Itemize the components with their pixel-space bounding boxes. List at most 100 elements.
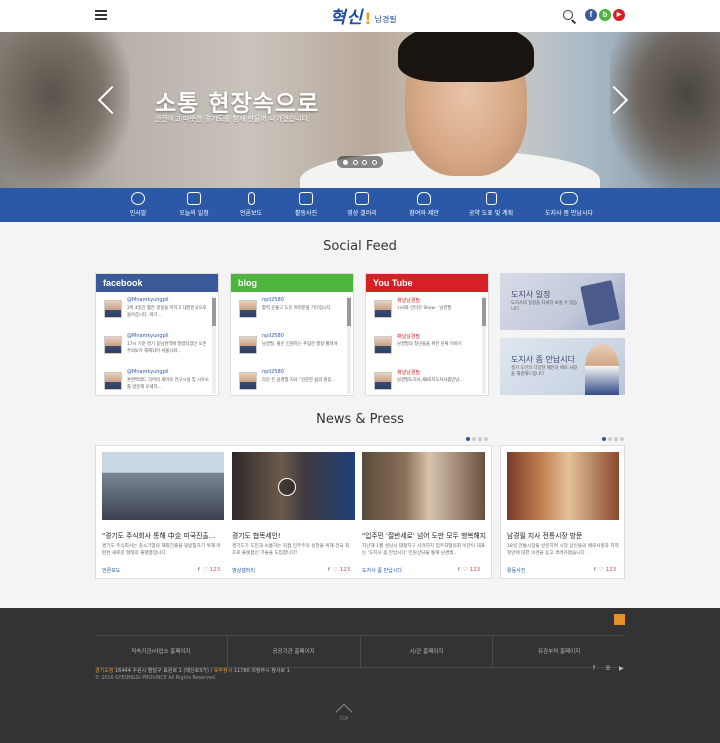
hero-subtitle: 안전하고 따뜻한 경기도를 함께 만들어 나가겠습니다.	[155, 115, 311, 123]
facebook-feed: facebook @Mnamkyungpil 2박 4일간 짧은 일정을 마치고 …	[95, 273, 219, 396]
blog-feed: blog npil2580 활력 운율고 도민 여러분을 기다립니다 npil25…	[230, 273, 354, 396]
youtube-icon[interactable]: ▶	[619, 665, 624, 672]
slide-dot[interactable]	[343, 159, 349, 165]
slide-dot[interactable]	[352, 159, 358, 165]
list-item[interactable]: @Mnamkyungpil 2박 4일간 짧은 일정을 마치고 대한민국으로 돌아…	[96, 295, 218, 328]
pager-dot[interactable]	[484, 437, 488, 441]
footer-address: 경기도청 16444 수원시 팔달구 효원로 1 (매산로3가) / 북부청사 …	[95, 668, 290, 674]
news-pager-secondary	[602, 437, 624, 441]
youtube-icon[interactable]: ▶	[613, 9, 625, 21]
footer-copyright: © 2016 GYEONGGI PROVINCE All Rights Rese…	[95, 676, 217, 681]
news-press-title: News & Press	[316, 412, 404, 427]
site-header: 혁신 ! 남경필 f b ▶	[0, 0, 720, 32]
scrollbar[interactable]	[212, 296, 216, 394]
youtube-feed-header[interactable]: You Tube	[366, 274, 488, 292]
book-icon	[580, 280, 620, 326]
footer-link-cities[interactable]: 시/군 홈페이지	[359, 636, 493, 667]
news-carousel: "경기도 주식회사 통해 中企 미국진출... 경기도 주식회사는 중소기업의 …	[95, 445, 492, 579]
blog-icon[interactable]: B	[606, 665, 610, 672]
list-item[interactable]: npil2580 남경필, 불은 인원하는 푸짐한 행정 펼쳐야	[231, 331, 353, 364]
scrollbar[interactable]	[482, 296, 486, 394]
social-feed-title: Social Feed	[323, 239, 397, 254]
nav-item-meet-governor[interactable]: 도지사 좀 만납시다	[534, 192, 604, 217]
handshake-icon	[560, 192, 578, 205]
governor-schedule-banner[interactable]: 도지사 일정 도지사의 일정을 자세히 보실 수 있습니다	[500, 273, 625, 330]
news-pager	[466, 437, 488, 441]
list-item[interactable]: npil2580 활력 운율고 도민 여러분을 기다립니다	[231, 295, 353, 328]
avatar	[104, 300, 122, 318]
nav-item-participation[interactable]: 참여와 제안	[389, 192, 459, 217]
quick-nav: 인사말 오늘의 일정 언론보도 활동사진 영상 갤러리 참여와 제안 공약 도표…	[0, 188, 720, 222]
youtube-feed: You Tube 채널남경필 시사와 인터뷰 Show - 남경필 채널남경필 남경…	[365, 273, 489, 396]
hero-banner: 소통 현장속으로 안전하고 따뜻한 경기도를 함께 만들어 나가겠습니다.	[0, 32, 720, 188]
menu-icon[interactable]	[95, 10, 107, 20]
governor-portrait	[585, 344, 619, 395]
pager-dot[interactable]	[472, 437, 476, 441]
logo-text: 혁신	[330, 8, 364, 28]
blog-feed-header[interactable]: blog	[231, 274, 353, 292]
search-icon[interactable]	[563, 10, 573, 20]
news-image	[102, 452, 224, 520]
pager-dot[interactable]	[614, 437, 618, 441]
logo-exclamation: !	[364, 9, 372, 28]
site-logo[interactable]: 혁신 ! 남경필	[330, 4, 397, 28]
nav-item-video[interactable]: 영상 갤러리	[327, 192, 397, 217]
person-icon	[131, 192, 145, 205]
like-count[interactable]: f ♡ 123	[328, 567, 350, 573]
news-card[interactable]: "경기도 주식회사 통해 中企 미국진출... 경기도 주식회사는 중소기업의 …	[96, 446, 227, 580]
hand-icon	[417, 192, 431, 205]
avatar	[374, 336, 392, 354]
list-item[interactable]: @Mnamkyungpil 혼변벽레드 리버의 세미로 연구시설 및 시우소를 방…	[96, 367, 218, 400]
slide-indicator	[337, 156, 383, 168]
avatar	[104, 336, 122, 354]
list-item[interactable]: 채널남경필 남경필의 청년들을 위한 진짜 이야기	[366, 331, 488, 364]
list-item[interactable]: 채널남경필 남경필도지사,제85차도지사좀만남...	[366, 367, 488, 400]
news-card[interactable]: 경기도 협목세인! 경기도가 도민과 소통하는 직접 민주주의 실현을 위해 전…	[226, 446, 357, 580]
footer-link-ministries[interactable]: 유관부처 홈페이지	[492, 636, 625, 667]
avatar	[239, 372, 257, 390]
microphone-icon	[247, 192, 255, 205]
avatar	[374, 300, 392, 318]
footer-links: 직속기관/사업소 홈페이지 공공기관 홈페이지 시/군 홈페이지 유관부처 홈페…	[95, 635, 625, 668]
nav-item-pledges[interactable]: 공약 도표 및 계획	[456, 192, 526, 217]
pager-dot[interactable]	[602, 437, 606, 441]
scroll-thumb[interactable]	[347, 298, 351, 326]
pager-dot[interactable]	[608, 437, 612, 441]
like-count[interactable]: f ♡ 123	[594, 567, 616, 573]
back-to-top-button[interactable]: TOP	[333, 703, 355, 722]
news-card[interactable]: 남경필 지사 전통시장 방문 18일 전통시장을 방문하여 시장 상인들의 애로…	[500, 445, 625, 579]
hero-title: 소통 현장속으로	[155, 91, 320, 117]
blog-icon[interactable]: b	[599, 9, 611, 21]
list-item[interactable]: 채널남경필 시사와 인터뷰 Show - 남경필	[366, 295, 488, 328]
hero-background-right	[610, 32, 720, 188]
like-count[interactable]: f ♡ 123	[198, 567, 220, 573]
hero-hair	[398, 32, 534, 82]
scroll-thumb[interactable]	[482, 298, 486, 326]
pager-dot[interactable]	[478, 437, 482, 441]
facebook-feed-header[interactable]: facebook	[96, 274, 218, 292]
pager-dot[interactable]	[466, 437, 470, 441]
avatar	[374, 372, 392, 390]
footer-menu-button[interactable]	[614, 614, 625, 625]
play-icon[interactable]	[278, 478, 296, 496]
news-image	[507, 452, 619, 520]
scrollbar[interactable]	[347, 296, 351, 394]
footer-link-public[interactable]: 공공기관 홈페이지	[226, 636, 360, 667]
news-card[interactable]: "입주민 '절반세로' 넘어 도만 모두 행복해지.. 지난해 1월 성남시 태…	[356, 446, 493, 580]
meet-governor-banner[interactable]: 도지사 좀 만납시다 경기 도민의 다양한 제안과 애로 사항을 해결해드립니다	[500, 338, 625, 395]
slide-dot[interactable]	[371, 159, 377, 165]
news-image	[362, 452, 485, 520]
calendar-icon	[187, 192, 201, 205]
film-icon	[355, 192, 369, 205]
logo-subtext: 남경필	[374, 15, 397, 24]
facebook-icon[interactable]: f	[585, 9, 597, 21]
slide-dot[interactable]	[362, 159, 368, 165]
like-count[interactable]: f ♡ 123	[458, 567, 480, 573]
list-item[interactable]: npil2580 라운 든 남경필 지사 "건강한 삶의 원동...	[231, 367, 353, 400]
facebook-icon[interactable]: f	[593, 665, 595, 672]
footer-link-agencies[interactable]: 직속기관/사업소 홈페이지	[95, 636, 227, 667]
avatar	[239, 300, 257, 318]
pager-dot[interactable]	[620, 437, 624, 441]
list-item[interactable]: @Mnamkyungpil 17시 기준 경기 동남권역에 발령되었던 오존 주의…	[96, 331, 218, 364]
scroll-thumb[interactable]	[212, 298, 216, 326]
